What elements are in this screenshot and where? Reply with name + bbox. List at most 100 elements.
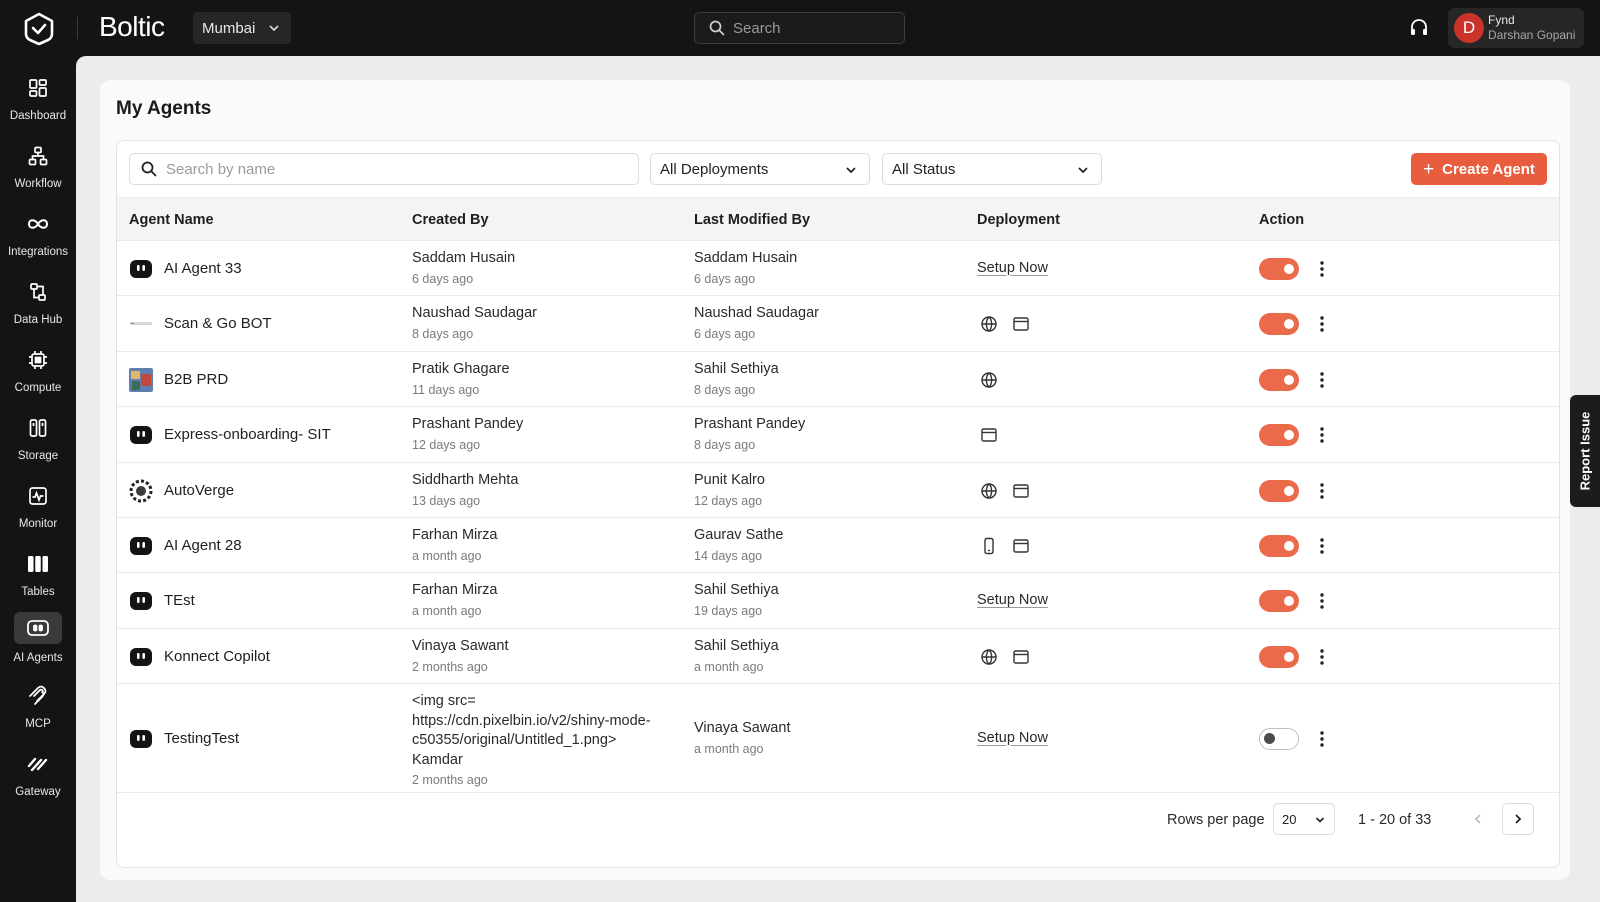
table-row[interactable]: Express-onboarding- SIT Prashant Pandey 12…: [117, 407, 1559, 463]
more-options-icon[interactable]: [1315, 591, 1329, 611]
more-options-icon[interactable]: [1315, 314, 1329, 334]
sidebar-item-monitor[interactable]: Monitor: [0, 478, 76, 538]
table-row[interactable]: AI Agent 33 Saddam Husain 6 days ago Saddam…: [117, 241, 1559, 296]
more-options-icon[interactable]: [1315, 370, 1329, 390]
user-org: Fynd: [1488, 13, 1515, 27]
column-header-action: Action: [1259, 212, 1305, 228]
agent-name[interactable]: Scan & Go BOT: [164, 315, 272, 332]
web-globe-icon[interactable]: [977, 479, 1001, 503]
browser-window-icon[interactable]: [977, 423, 1001, 447]
agents-panel: All Deployments All Status + Create Agen…: [116, 140, 1560, 868]
created-time: 11 days ago: [412, 382, 480, 397]
agent-name[interactable]: TEst: [164, 592, 195, 609]
more-options-icon[interactable]: [1315, 481, 1329, 501]
agent-name[interactable]: AutoVerge: [164, 482, 234, 499]
more-options-icon[interactable]: [1315, 536, 1329, 556]
browser-window-icon[interactable]: [1009, 312, 1033, 336]
agent-name[interactable]: AI Agent 33: [164, 260, 242, 277]
web-globe-icon[interactable]: [977, 312, 1001, 336]
table-row[interactable]: Scan & Go BOT Naushad Saudagar 8 days ago N…: [117, 296, 1559, 352]
table-row[interactable]: TEst Farhan Mirza a month ago Sahil Sethiya…: [117, 573, 1559, 629]
dashboard-icon: [26, 76, 50, 100]
agents-card: My Agents All Deployments All Status + C…: [100, 80, 1570, 880]
page-title: My Agents: [116, 98, 212, 119]
agent-status-toggle[interactable]: [1259, 534, 1299, 557]
agent-search-field[interactable]: [129, 153, 639, 185]
monitor-icon: [26, 484, 50, 508]
created-time: 2 months ago: [412, 659, 488, 674]
table-row[interactable]: AI Agent 28 Farhan Mirza a month ago Gaurav…: [117, 518, 1559, 573]
agent-name[interactable]: B2B PRD: [164, 371, 228, 388]
agent-status-toggle[interactable]: [1259, 479, 1299, 502]
agent-name[interactable]: Konnect Copilot: [164, 648, 270, 665]
deployment-filter[interactable]: All Deployments: [650, 153, 870, 185]
sidebar-item-gateway[interactable]: Gateway: [0, 746, 76, 806]
browser-window-icon[interactable]: [1009, 479, 1033, 503]
agent-name[interactable]: AI Agent 28: [164, 537, 242, 554]
support-headset-icon[interactable]: [1408, 17, 1430, 39]
setup-now-link[interactable]: Setup Now: [977, 260, 1048, 276]
column-header-agent-name[interactable]: Agent Name: [129, 212, 214, 228]
region-select[interactable]: Mumbai: [193, 12, 291, 44]
agent-avatar-icon: [129, 534, 153, 558]
column-header-created-by[interactable]: Created By: [412, 212, 489, 228]
next-page-button[interactable]: [1502, 803, 1534, 835]
more-options-icon[interactable]: [1315, 647, 1329, 667]
mcp-icon: [26, 684, 50, 708]
web-globe-icon[interactable]: [977, 368, 1001, 392]
table-row[interactable]: TestingTest <img src= https://cdn.pixelbin…: [117, 684, 1559, 793]
mobile-icon[interactable]: [977, 534, 1001, 558]
agent-status-toggle[interactable]: [1259, 313, 1299, 335]
column-header-deployment[interactable]: Deployment: [977, 212, 1060, 228]
agent-status-toggle[interactable]: [1259, 368, 1299, 391]
sidebar-item-dashboard[interactable]: Dashboard: [0, 70, 76, 130]
report-issue-tab[interactable]: Report Issue: [1570, 395, 1600, 507]
sidebar-item-integrations[interactable]: Integrations: [0, 206, 76, 266]
sidebar-item-mcp[interactable]: MCP: [0, 678, 76, 738]
agent-status-toggle[interactable]: [1259, 645, 1299, 668]
setup-now-link[interactable]: Setup Now: [977, 592, 1048, 608]
create-agent-button[interactable]: + Create Agent: [1411, 153, 1547, 185]
sidebar-item-compute[interactable]: Compute: [0, 342, 76, 402]
table-row[interactable]: Konnect Copilot Vinaya Sawant 2 months ago…: [117, 629, 1559, 684]
agent-status-toggle[interactable]: [1259, 727, 1299, 750]
modified-by-name: Sahil Sethiya: [694, 637, 779, 654]
create-agent-label: Create Agent: [1442, 160, 1535, 178]
agent-name[interactable]: TestingTest: [164, 730, 239, 747]
agent-status-toggle[interactable]: [1259, 257, 1299, 280]
agent-status-toggle[interactable]: [1259, 590, 1299, 612]
agent-name[interactable]: Express-onboarding- SIT: [164, 426, 331, 443]
browser-window-icon[interactable]: [1009, 645, 1033, 669]
workflow-icon: [26, 144, 50, 168]
user-menu[interactable]: D Fynd Darshan Gopani: [1448, 8, 1584, 48]
boltic-logo-icon[interactable]: [22, 12, 56, 46]
top-divider: [77, 17, 78, 39]
global-search[interactable]: Search: [694, 12, 905, 44]
status-filter[interactable]: All Status: [882, 153, 1102, 185]
browser-window-icon[interactable]: [1009, 534, 1033, 558]
agent-status-toggle[interactable]: [1259, 424, 1299, 446]
chevron-down-icon: [1315, 817, 1325, 823]
web-globe-icon[interactable]: [977, 645, 1001, 669]
ai-agents-icon: [14, 612, 62, 644]
table-row[interactable]: B2B PRD Pratik Ghagare 11 days ago Sahil Se…: [117, 352, 1559, 407]
agent-search-input[interactable]: [166, 160, 606, 178]
modified-time: 6 days ago: [694, 327, 756, 341]
more-options-icon[interactable]: [1315, 729, 1329, 749]
sidebar-item-ai-agents[interactable]: AI Agents: [0, 612, 76, 672]
rows-per-page-select[interactable]: 20: [1273, 803, 1335, 835]
column-header-last-modified-by[interactable]: Last Modified By: [694, 212, 810, 228]
setup-now-link[interactable]: Setup Now: [977, 730, 1048, 746]
more-options-icon[interactable]: [1315, 259, 1329, 279]
sidebar-item-data-hub[interactable]: Data Hub: [0, 274, 76, 334]
table-row[interactable]: AutoVerge Siddharth Mehta 13 days ago Punit…: [117, 463, 1559, 518]
modified-by-name: Vinaya Sawant: [694, 719, 791, 736]
more-options-icon[interactable]: [1315, 425, 1329, 445]
sidebar-item-storage[interactable]: Storage: [0, 410, 76, 470]
previous-page-button[interactable]: [1462, 803, 1494, 835]
sidebar-item-workflow[interactable]: Workflow: [0, 138, 76, 198]
agent-avatar-icon: [129, 312, 153, 336]
agent-avatar-icon: [129, 645, 153, 669]
user-name: Darshan Gopani: [1488, 28, 1576, 42]
sidebar-item-tables[interactable]: Tables: [0, 546, 76, 606]
